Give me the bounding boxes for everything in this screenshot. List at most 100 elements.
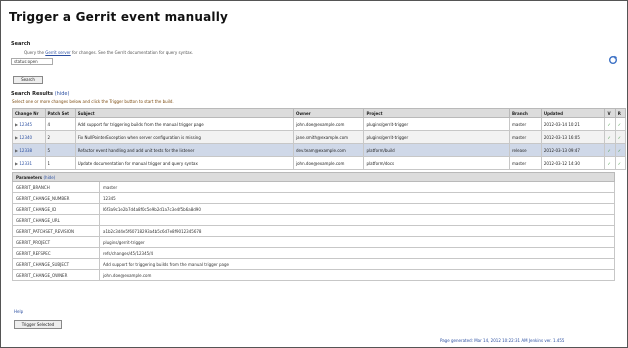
patch-cell: 1 bbox=[44, 156, 76, 170]
parameter-value: I6f3a9c1e2b7d4a8f0c5e9b2d1a7c3e4f5b6a8d9… bbox=[99, 203, 615, 215]
parameter-value: Add support for triggering builds from t… bbox=[99, 258, 615, 270]
search-button[interactable]: Search bbox=[13, 76, 43, 84]
parameter-row: GERRIT_CHANGE_NUMBER 12345 bbox=[12, 192, 615, 204]
parameter-row: GERRIT_PATCHSET_REVISION a1b2c3d4e5f60718… bbox=[12, 225, 615, 237]
patch-cell: 2 bbox=[44, 130, 76, 144]
branch-cell: master bbox=[509, 130, 542, 144]
parameter-name: GERRIT_CHANGE_OWNER bbox=[12, 269, 100, 281]
col-branch[interactable]: Branch bbox=[509, 108, 542, 118]
subject-cell: Update documentation for manual trigger … bbox=[74, 156, 295, 170]
owner-cell: john.doe@example.com bbox=[292, 117, 365, 131]
parameter-row: GERRIT_CHANGE_ID I6f3a9c1e2b7d4a8f0c5e9b2… bbox=[12, 203, 615, 215]
search-label: Search bbox=[11, 41, 31, 47]
verified-check-icon: ✓ bbox=[604, 117, 616, 131]
review-check-icon: ✓ bbox=[614, 130, 627, 144]
branch-cell: release bbox=[509, 143, 542, 157]
parameter-value bbox=[99, 214, 615, 226]
parameter-value: refs/changes/45/12345/4 bbox=[99, 247, 615, 259]
parameter-value: john.doe@example.com bbox=[99, 269, 615, 281]
change-cell[interactable]: ▶ 12345 bbox=[12, 117, 46, 131]
review-check-icon: ✓ bbox=[614, 143, 627, 157]
subject-cell: Add support for triggering builds from t… bbox=[74, 117, 295, 131]
parameters-table: Parameters (hide) GERRIT_BRANCH master GE… bbox=[12, 172, 615, 281]
updated-cell: 2012-03-13 09:47 bbox=[540, 143, 606, 157]
change-link[interactable]: 12340 bbox=[19, 135, 32, 140]
search-help-prefix: Query the bbox=[24, 50, 44, 55]
project-cell: plugins/gerrit-trigger bbox=[363, 117, 510, 131]
parameters-title: Parameters bbox=[16, 174, 43, 180]
project-cell: plugins/gerrit-trigger bbox=[363, 130, 510, 144]
subject-cell: Refactor event handling and add unit tes… bbox=[74, 143, 295, 157]
review-check-icon: ✓ bbox=[614, 117, 627, 131]
parameter-row: GERRIT_REFSPEC refs/changes/45/12345/4 bbox=[12, 247, 615, 259]
help-link[interactable]: Help bbox=[14, 309, 23, 314]
verified-check-icon: ✓ bbox=[604, 130, 616, 144]
parameter-row: GERRIT_CHANGE_OWNER john.doe@example.com bbox=[12, 269, 615, 281]
updated-cell: 2012-03-14 10:21 bbox=[540, 117, 606, 131]
parameter-name: GERRIT_PROJECT bbox=[12, 236, 100, 248]
parameter-value: 12345 bbox=[99, 192, 615, 204]
parameter-name: GERRIT_REFSPEC bbox=[12, 247, 100, 259]
page-title: Trigger a Gerrit event manually bbox=[9, 10, 229, 24]
col-subject[interactable]: Subject bbox=[74, 108, 295, 118]
table-row[interactable]: ▶ 12345 4 Add support for triggering bui… bbox=[12, 117, 627, 131]
col-change[interactable]: Change Nr bbox=[12, 108, 46, 118]
trigger-selected-button[interactable]: Trigger Selected bbox=[14, 320, 62, 329]
change-link[interactable]: 12331 bbox=[19, 161, 32, 166]
parameter-name: GERRIT_CHANGE_NUMBER bbox=[12, 192, 100, 204]
col-patch[interactable]: Patch Set bbox=[44, 108, 76, 118]
table-row[interactable]: ▶ 12331 1 Update documentation for manua… bbox=[12, 156, 627, 170]
col-review[interactable]: R bbox=[614, 108, 627, 118]
branch-cell: master bbox=[509, 117, 542, 131]
review-check-icon: ✓ bbox=[614, 156, 627, 170]
parameter-value: master bbox=[99, 181, 615, 193]
search-help: Query the Gerrit server for changes. See… bbox=[24, 50, 193, 55]
gerrit-server-link[interactable]: Gerrit server bbox=[45, 50, 70, 55]
patch-cell: 4 bbox=[44, 117, 76, 131]
search-results-title: Search Results bbox=[11, 91, 53, 97]
change-cell[interactable]: ▶ 12331 bbox=[12, 156, 46, 170]
table-row[interactable]: ▶ 12338 5 Refactor event handling and ad… bbox=[12, 143, 627, 157]
owner-cell: john.doe@example.com bbox=[292, 156, 365, 170]
parameter-row: GERRIT_CHANGE_URL bbox=[12, 214, 615, 226]
search-results-label: Search Results (hide) bbox=[11, 91, 69, 97]
col-verified[interactable]: V bbox=[604, 108, 616, 118]
parameter-value: a1b2c3d4e5f60718293a4b5c6d7e8f9012345678 bbox=[99, 225, 615, 237]
parameter-row: GERRIT_BRANCH master bbox=[12, 181, 615, 193]
col-updated[interactable]: Updated bbox=[540, 108, 606, 118]
search-help-suffix: for changes. See the Gerrit documentatio… bbox=[71, 50, 194, 55]
parameter-name: GERRIT_PATCHSET_REVISION bbox=[12, 225, 100, 237]
patch-cell: 5 bbox=[44, 143, 76, 157]
updated-cell: 2012-03-13 16:05 bbox=[540, 130, 606, 144]
owner-cell: jane.smith@example.com bbox=[292, 130, 365, 144]
parameter-name: GERRIT_CHANGE_URL bbox=[12, 214, 100, 226]
parameter-row: GERRIT_PROJECT plugins/gerrit-trigger bbox=[12, 236, 615, 248]
owner-cell: dev.team@example.com bbox=[292, 143, 365, 157]
project-cell: platform/docs bbox=[363, 156, 510, 170]
page-footer: Page generated: Mar 14, 2012 10:22:31 AM… bbox=[440, 338, 565, 343]
refresh-icon[interactable] bbox=[608, 55, 618, 65]
table-row[interactable]: ▶ 12340 2 Fix NullPointerException when … bbox=[12, 130, 627, 144]
change-link[interactable]: 12345 bbox=[19, 122, 32, 127]
project-cell: platform/build bbox=[363, 143, 510, 157]
subject-cell: Fix NullPointerException when server con… bbox=[74, 130, 295, 144]
results-table: Change Nr Patch Set Subject Owner Projec… bbox=[12, 108, 627, 170]
parameter-value: plugins/gerrit-trigger bbox=[99, 236, 615, 248]
change-cell[interactable]: ▶ 12340 bbox=[12, 130, 46, 144]
verified-check-icon: ✓ bbox=[604, 143, 616, 157]
parameter-name: GERRIT_CHANGE_SUBJECT bbox=[12, 258, 100, 270]
col-owner[interactable]: Owner bbox=[292, 108, 365, 118]
search-results-toggle-link[interactable]: (hide) bbox=[55, 91, 70, 97]
parameter-row: GERRIT_CHANGE_SUBJECT Add support for tri… bbox=[12, 258, 615, 270]
parameter-name: GERRIT_BRANCH bbox=[12, 181, 100, 193]
parameters-header-row: Parameters (hide) bbox=[12, 172, 615, 182]
parameters-toggle-link[interactable]: (hide) bbox=[43, 175, 55, 180]
change-link[interactable]: 12338 bbox=[19, 148, 32, 153]
search-input[interactable]: status:open bbox=[11, 58, 53, 65]
verified-check-icon: ✓ bbox=[604, 156, 616, 170]
change-cell[interactable]: ▶ 12338 bbox=[12, 143, 46, 157]
results-header-row: Change Nr Patch Set Subject Owner Projec… bbox=[12, 108, 627, 118]
col-project[interactable]: Project bbox=[363, 108, 510, 118]
parameter-name: GERRIT_CHANGE_ID bbox=[12, 203, 100, 215]
search-results-info: Select one or more changes below and cli… bbox=[12, 99, 174, 104]
